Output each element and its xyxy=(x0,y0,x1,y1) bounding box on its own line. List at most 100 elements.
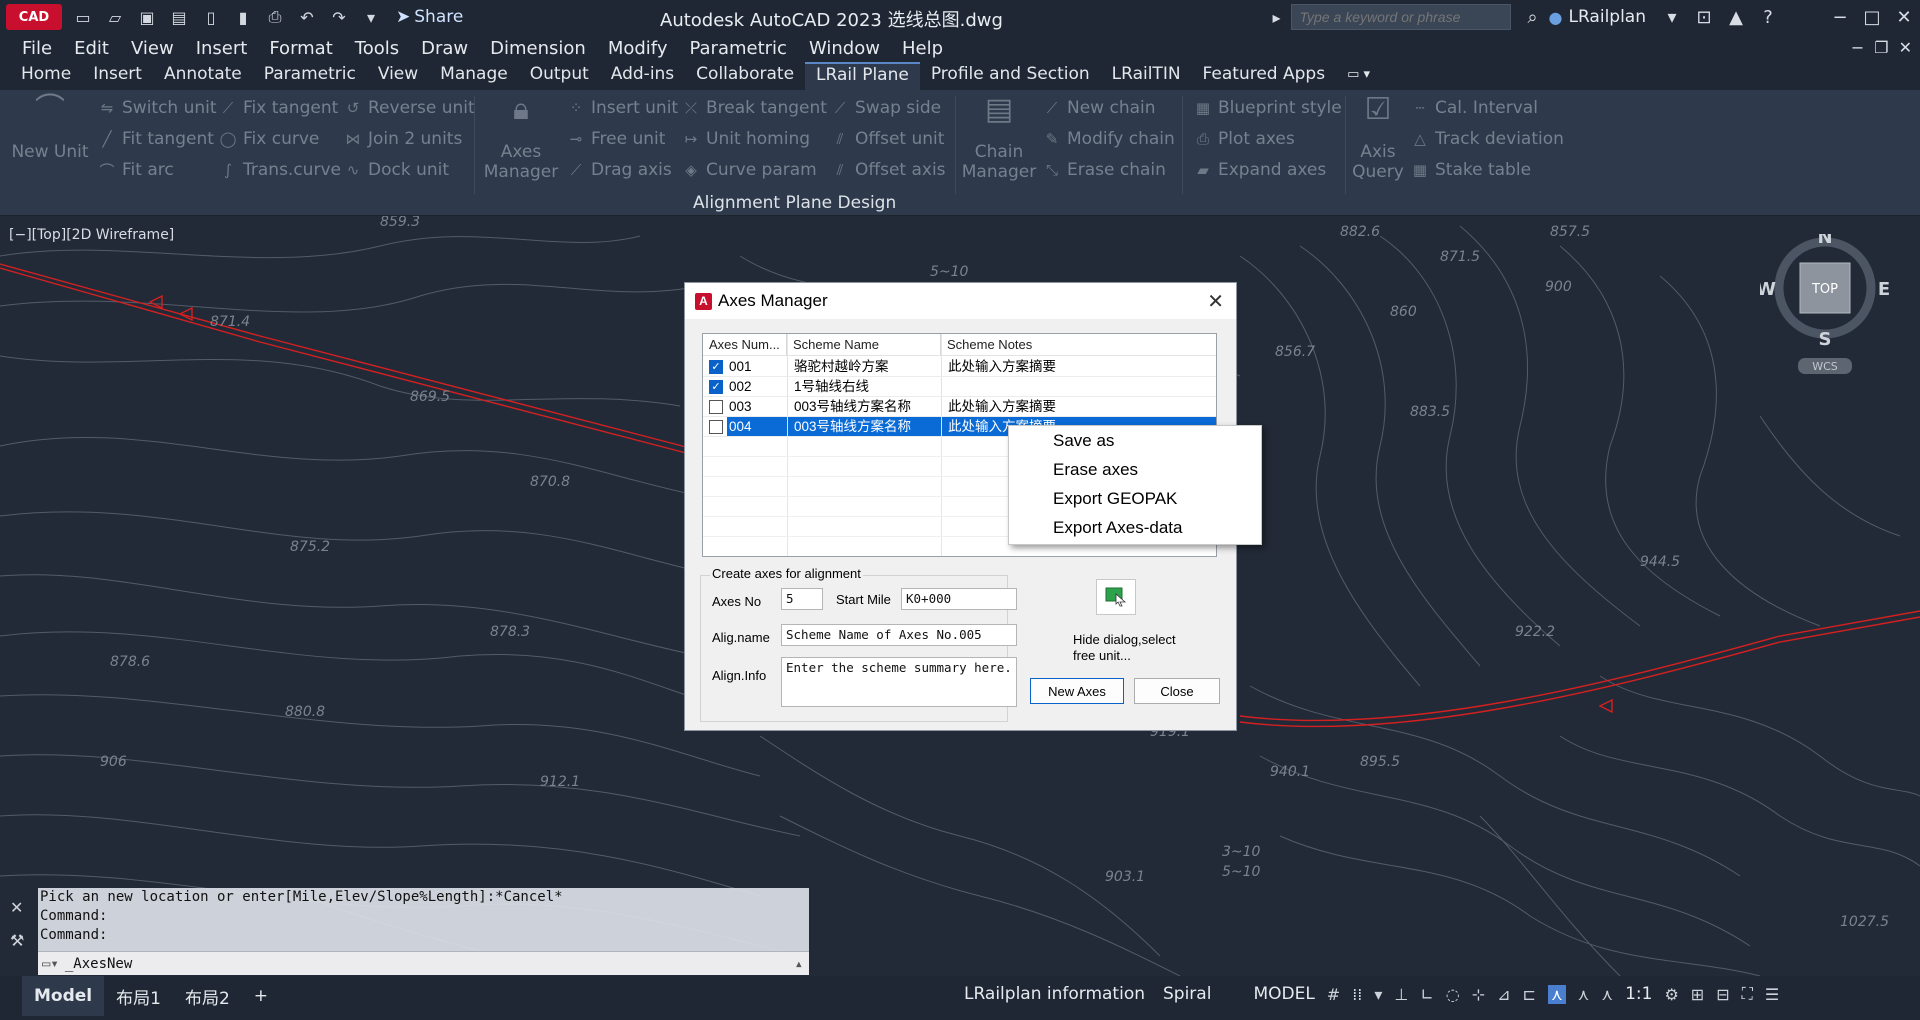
tab-annotate[interactable]: Annotate xyxy=(153,62,253,90)
menu-draw[interactable]: Draw xyxy=(421,38,468,59)
search-icon[interactable]: ⌕ xyxy=(1517,7,1549,28)
snap-dropdown-icon[interactable]: ▾ xyxy=(1374,985,1382,1004)
tab-output[interactable]: Output xyxy=(519,62,600,90)
polar-tracking-icon[interactable]: ◌ xyxy=(1446,985,1460,1004)
infer-constraints-icon[interactable]: ⊥ xyxy=(1394,985,1408,1004)
auto-scale-icon[interactable]: ⋏ xyxy=(1578,985,1590,1004)
menu-window[interactable]: Window xyxy=(809,38,880,59)
dialog-close-icon[interactable]: ✕ xyxy=(1207,289,1224,314)
start-mile-field[interactable]: K0+000 xyxy=(901,588,1017,610)
save-to-web-icon[interactable]: ▮ xyxy=(230,5,256,29)
curve-param-button[interactable]: ◈ Curve param xyxy=(682,160,817,180)
command-prompt-icon[interactable]: ▭▾ xyxy=(42,956,59,972)
object-snap-icon[interactable]: ⊿ xyxy=(1497,985,1510,1004)
isodraft-icon[interactable]: ⊹ xyxy=(1472,985,1485,1004)
dialog-title-bar[interactable]: A Axes Manager ✕ xyxy=(685,283,1236,319)
minimize-icon[interactable]: − xyxy=(1824,7,1856,28)
close-command-line-icon[interactable]: ✕ xyxy=(10,898,32,917)
save-as-icon[interactable]: ▤ xyxy=(166,5,192,29)
unit-homing-button[interactable]: ↦ Unit homing xyxy=(682,129,810,149)
open-from-web-icon[interactable]: ▯ xyxy=(198,5,224,29)
new-axes-button[interactable]: New Axes xyxy=(1030,678,1124,704)
modify-chain-button[interactable]: ✎ Modify chain xyxy=(1043,129,1175,149)
trans-curve-button[interactable]: ∫ Trans.curve xyxy=(219,160,341,180)
row-checkbox[interactable]: ✓ xyxy=(709,379,723,394)
workspace-icon[interactable]: ⚙ xyxy=(1664,985,1678,1004)
menu-item-save-as[interactable]: Save as xyxy=(1009,426,1261,455)
tab-lrail-plane[interactable]: LRail Plane xyxy=(805,62,920,90)
user-dropdown-icon[interactable]: ▾ xyxy=(1656,7,1688,28)
chain-manager-button[interactable]: ▤ Chain Manager xyxy=(958,95,1040,183)
menu-insert[interactable]: Insert xyxy=(196,38,248,59)
free-unit-button[interactable]: ⊸ Free unit xyxy=(567,129,666,149)
tab-profile-section[interactable]: Profile and Section xyxy=(920,62,1101,90)
doc-restore-icon[interactable]: ❐ xyxy=(1874,38,1888,57)
menu-item-export-geopak[interactable]: Export GEOPAK xyxy=(1009,484,1261,513)
cart-icon[interactable]: ⊡ xyxy=(1688,7,1720,28)
table-row[interactable]: 003 003号轴线方案名称 此处输入方案摘要 xyxy=(703,397,1216,417)
redo-icon[interactable]: ↷ xyxy=(326,5,352,29)
track-deviation-button[interactable]: △ Track deviation xyxy=(1411,129,1564,149)
model-space-toggle[interactable]: MODEL xyxy=(1253,984,1314,1004)
row-checkbox[interactable] xyxy=(709,419,723,434)
command-history-arrow-icon[interactable]: ▴ xyxy=(795,956,803,972)
doc-minimize-icon[interactable]: − xyxy=(1851,38,1864,57)
insert-unit-button[interactable]: ⁘ Insert unit xyxy=(567,98,678,118)
dock-unit-button[interactable]: ∿ Dock unit xyxy=(344,160,449,180)
tab-insert[interactable]: Insert xyxy=(82,62,153,90)
menu-edit[interactable]: Edit xyxy=(74,38,109,59)
swap-side-button[interactable]: ⟋ Swap side xyxy=(831,98,941,118)
grid-icon[interactable]: # xyxy=(1327,985,1340,1004)
tab-lrailtin[interactable]: LRailTIN xyxy=(1101,62,1192,90)
fix-curve-button[interactable]: ◯ Fix curve xyxy=(219,129,320,149)
menu-file[interactable]: File xyxy=(22,38,52,59)
new-unit-button[interactable]: ⌒ New Unit xyxy=(10,95,90,163)
switch-unit-button[interactable]: ⇋ Switch unit xyxy=(98,98,217,118)
view-controls-label[interactable]: [−][Top][2D Wireframe] xyxy=(9,227,174,243)
maximize-icon[interactable]: □ xyxy=(1856,7,1888,28)
tab-manage[interactable]: Manage xyxy=(429,62,519,90)
save-icon[interactable]: ▣ xyxy=(134,5,160,29)
tab-add-ins[interactable]: Add-ins xyxy=(600,62,685,90)
align-info-textarea[interactable]: Enter the scheme summary here. xyxy=(781,657,1017,707)
menu-parametric[interactable]: Parametric xyxy=(689,38,786,59)
ribbon-options-icon[interactable]: ▭ ▾ xyxy=(1336,62,1381,90)
customize-icon[interactable]: ⚒ xyxy=(10,931,32,950)
offset-unit-button[interactable]: ⫽ Offset unit xyxy=(831,129,945,149)
erase-chain-button[interactable]: ⤡ Erase chain xyxy=(1043,160,1166,180)
menu-modify[interactable]: Modify xyxy=(608,38,668,59)
annotation-scale-icon[interactable]: ⋏ xyxy=(1601,985,1613,1004)
tab-layout1[interactable]: 布局1 xyxy=(104,976,173,1016)
fullscreen-icon[interactable]: ⛶ xyxy=(1742,984,1753,1004)
tab-view[interactable]: View xyxy=(367,62,429,90)
annotation-visibility-icon[interactable]: ⋏ xyxy=(1547,984,1566,1004)
axes-no-field[interactable]: 5 xyxy=(781,588,823,610)
tab-home[interactable]: Home xyxy=(10,62,82,90)
menu-help[interactable]: Help xyxy=(902,38,943,59)
open-folder-icon[interactable]: ▱ xyxy=(102,5,128,29)
menu-item-export-axes-data[interactable]: Export Axes-data xyxy=(1009,513,1261,542)
user-icon[interactable]: ● xyxy=(1549,8,1563,27)
axes-manager-button[interactable]: 🔒︎ Axes Manager xyxy=(482,95,560,183)
quick-properties-icon[interactable]: ⊟ xyxy=(1716,985,1729,1004)
add-layout-icon[interactable]: + xyxy=(242,976,280,1016)
help-icon[interactable]: ? xyxy=(1752,7,1784,28)
menu-tools[interactable]: Tools xyxy=(355,38,399,59)
command-input[interactable]: ▭▾ _AxesNew ▴ xyxy=(38,951,809,975)
share-button[interactable]: ➤ Share xyxy=(396,7,463,27)
panel-title[interactable]: Alignment Plane Design xyxy=(693,193,896,213)
stake-table-button[interactable]: ▦ Stake table xyxy=(1411,160,1531,180)
close-window-icon[interactable]: ✕ xyxy=(1888,7,1920,28)
undo-icon[interactable]: ↶ xyxy=(294,5,320,29)
table-row[interactable]: ✓ 002 1号轴线右线 xyxy=(703,377,1216,397)
fit-arc-button[interactable]: ⌒ Fit arc xyxy=(98,160,173,180)
new-chain-button[interactable]: ⟋ New chain xyxy=(1043,98,1156,118)
offset-axis-button[interactable]: ⫽ Offset axis xyxy=(831,160,946,180)
plot-axes-button[interactable]: ⎙ Plot axes xyxy=(1194,129,1295,149)
annotation-scale-value[interactable]: 1:1 xyxy=(1625,984,1652,1004)
autocad-logo[interactable]: CAD xyxy=(6,4,62,30)
tab-layout2[interactable]: 布局2 xyxy=(173,976,242,1016)
axis-query-button[interactable]: ☑ Axis Query xyxy=(1348,95,1408,183)
table-row[interactable]: ✓ 001 骆驼村越岭方案 此处输入方案摘要 xyxy=(703,357,1216,377)
close-button[interactable]: Close xyxy=(1134,678,1220,704)
